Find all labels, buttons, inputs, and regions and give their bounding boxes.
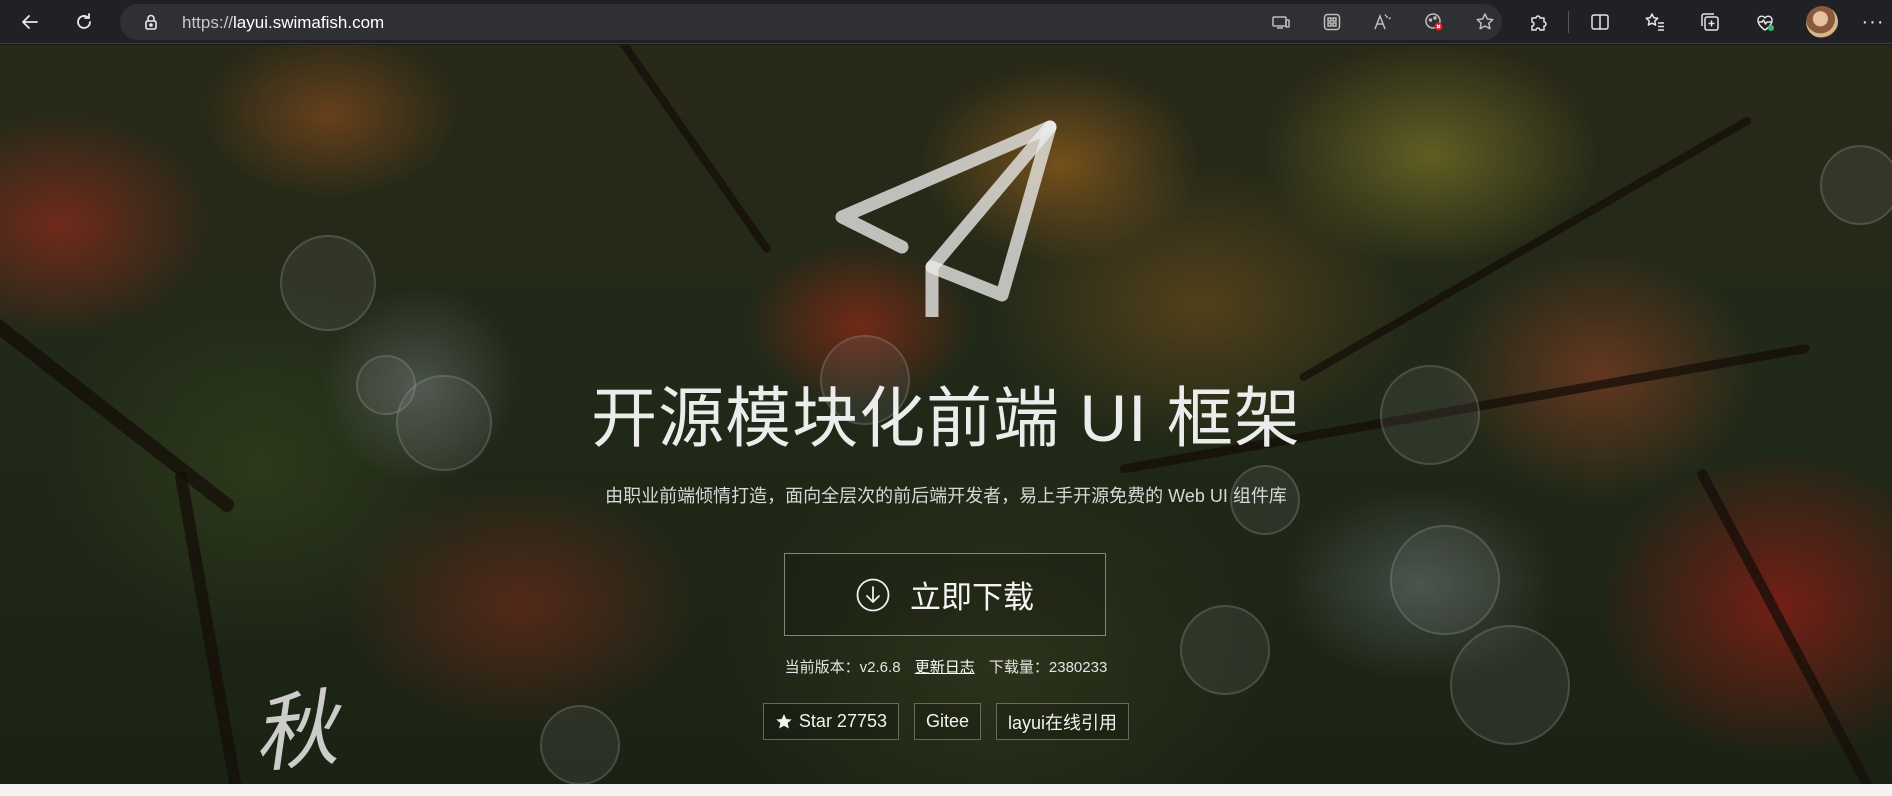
paper-plane-logo-icon — [835, 120, 1057, 317]
cdn-button[interactable]: layui在线引用 — [996, 703, 1130, 740]
calligraphy-watermark: 秋 — [247, 678, 342, 784]
favorites-icon[interactable] — [1643, 10, 1667, 34]
url-text[interactable]: https://layui.swimafish.com — [182, 13, 384, 33]
gitee-label: Gitee — [926, 711, 970, 731]
arrow-left-icon — [22, 15, 38, 29]
back-button[interactable] — [14, 6, 46, 38]
star-filled-icon — [776, 713, 792, 728]
cdn-label: layui在线引用 — [1008, 712, 1118, 733]
tracking-prevention-icon[interactable] — [1423, 12, 1445, 32]
star-outline-icon[interactable] — [1474, 12, 1496, 32]
avatar[interactable] — [1806, 6, 1838, 38]
page-bottom-strip — [0, 784, 1892, 796]
puzzle-icon[interactable] — [1527, 10, 1551, 34]
download-label: 立即下载 — [910, 580, 1034, 615]
gitee-button[interactable]: Gitee — [914, 703, 982, 740]
changelog-link[interactable]: 更新日志 — [915, 659, 975, 676]
hero-subtitle: 由职业前端倾情打造，面向全层次的前后端开发者，易上手开源免费的 Web UI 组… — [605, 486, 1287, 506]
refresh-button[interactable] — [68, 6, 100, 38]
read-aloud-icon[interactable] — [1372, 12, 1394, 32]
star-count-label: Star 27753 — [798, 711, 887, 731]
download-button[interactable]: 立即下载 — [784, 553, 1106, 636]
browser-essentials-icon[interactable] — [1753, 10, 1777, 34]
address-bar[interactable]: https://layui.swimafish.com — [120, 4, 1502, 40]
hero-title: 开源模块化前端 UI 框架 — [591, 381, 1301, 455]
app-available-icon[interactable] — [1270, 12, 1292, 32]
toolbar-divider — [1568, 11, 1569, 33]
more-dots-icon[interactable]: ··· — [1860, 10, 1886, 34]
url-host: layui.swimafish.com — [233, 13, 385, 32]
github-star-button[interactable]: Star 27753 — [762, 703, 899, 740]
collections-icon[interactable] — [1698, 10, 1722, 34]
browser-toolbar: https://layui.swimafish.com ··· — [0, 0, 1892, 44]
version-label: 当前版本：v2.6.8 — [784, 659, 901, 676]
downloads-count: 下载量：2380233 — [988, 659, 1108, 676]
url-scheme: https:// — [182, 13, 234, 32]
lock-icon[interactable] — [142, 13, 160, 31]
refresh-icon — [77, 13, 91, 29]
apps-grid-icon[interactable] — [1321, 12, 1343, 32]
hero-section: 开源模块化前端 UI 框架 由职业前端倾情打造，面向全层次的前后端开发者，易上手… — [0, 45, 1892, 784]
split-screen-icon[interactable] — [1588, 10, 1612, 34]
download-circle-icon — [856, 578, 890, 611]
